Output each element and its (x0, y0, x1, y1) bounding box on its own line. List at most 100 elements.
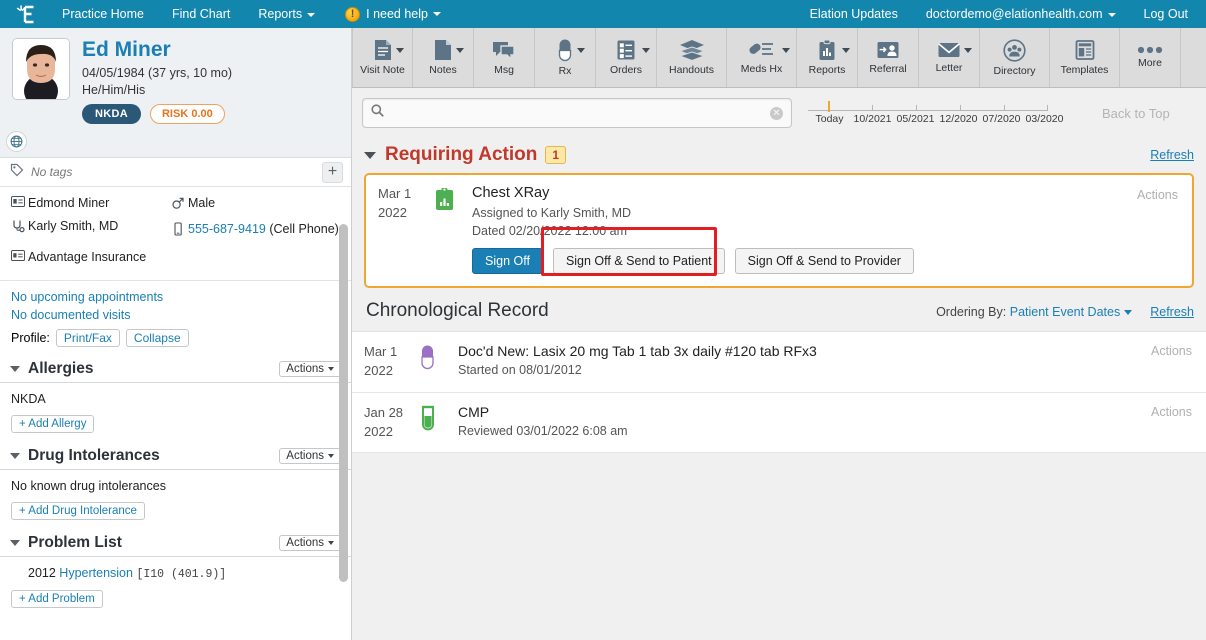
nav-reports[interactable]: Reports (244, 0, 329, 28)
timeline-label-3[interactable]: 12/2020 (937, 113, 980, 125)
timeline-label-1[interactable]: 10/2021 (851, 113, 894, 125)
envelope-icon (937, 41, 961, 59)
row-actions-menu[interactable]: Actions (1151, 405, 1192, 419)
table-row[interactable]: Mar 1 2022 Doc'd New: Lasix 20 mg Tab 1 … (352, 332, 1206, 393)
toolbar-visit-note-label: Visit Note (360, 64, 405, 76)
toolbar-letter[interactable]: Letter (919, 28, 980, 87)
add-allergy-button[interactable]: + Add Allergy (11, 415, 94, 433)
chronological-record-refresh-link[interactable]: Refresh (1150, 305, 1194, 319)
card-actions-menu[interactable]: Actions (1137, 188, 1178, 202)
toolbar-handouts[interactable]: Handouts (657, 28, 727, 87)
problem-year: 2012 (28, 566, 56, 580)
timeline-label-4[interactable]: 07/2020 (980, 113, 1023, 125)
nav-left-group: Practice Home Find Chart Reports ! I nee… (48, 0, 441, 28)
row-subtitle: Started on 08/01/2012 (458, 363, 1194, 377)
sidebar-scrollbar[interactable] (339, 224, 348, 582)
allergies-value: NKDA (11, 392, 341, 406)
avatar[interactable] (12, 38, 70, 147)
demo-phone-number[interactable]: 555-687-9419 (188, 222, 266, 236)
elation-logo-icon[interactable] (6, 0, 48, 28)
chevron-down-icon (307, 13, 315, 17)
toolbar-reports[interactable]: Reports (797, 28, 858, 87)
person-arrow-icon (876, 40, 900, 60)
nav-log-out[interactable]: Log Out (1130, 0, 1206, 28)
timeline-label-2[interactable]: 05/2021 (894, 113, 937, 125)
nav-find-chart[interactable]: Find Chart (158, 0, 244, 28)
status-badge-nkda[interactable]: NKDA (82, 104, 141, 124)
speech-bubbles-icon (492, 39, 516, 61)
chevron-down-icon (842, 48, 850, 53)
section-header-problem-list[interactable]: Problem List Actions (0, 529, 351, 557)
toolbar-meds-hx[interactable]: Meds Hx (727, 28, 797, 87)
section-header-allergies[interactable]: Allergies Actions (0, 355, 351, 383)
pill-capsule-icon (558, 38, 572, 62)
toolbar-notes-label: Notes (429, 64, 456, 76)
no-upcoming-appointments-link[interactable]: No upcoming appointments (11, 290, 163, 304)
top-navigation-bar: Practice Home Find Chart Reports ! I nee… (0, 0, 1206, 28)
chevron-down-icon (328, 454, 334, 458)
nav-i-need-help[interactable]: ! I need help (329, 7, 441, 22)
timeline-scrubber[interactable]: Today 10/2021 05/2021 12/2020 07/2020 03… (808, 92, 1076, 134)
chevron-down-icon[interactable] (364, 152, 376, 159)
collapse-button[interactable]: Collapse (126, 329, 189, 347)
chevron-down-icon (433, 12, 441, 16)
card-button-row: Sign Off Sign Off & Send to Patient Sign… (472, 248, 1180, 274)
row-title[interactable]: Doc'd New: Lasix 20 mg Tab 1 tab 3x dail… (458, 343, 1194, 359)
nav-find-chart-label: Find Chart (172, 7, 230, 21)
allergies-actions-button[interactable]: Actions (279, 361, 341, 377)
toolbar-rx[interactable]: Rx (535, 28, 596, 87)
checklist-icon (616, 39, 636, 61)
clear-circle-icon[interactable]: ✕ (770, 107, 783, 120)
add-tag-button[interactable]: + (322, 162, 343, 183)
toolbar-notes[interactable]: Notes (413, 28, 474, 87)
nav-elation-updates[interactable]: Elation Updates (796, 0, 912, 28)
toolbar-more[interactable]: More (1120, 28, 1181, 87)
row-subtitle: Reviewed 03/01/2022 6:08 am (458, 424, 1194, 438)
table-row[interactable]: Jan 28 2022 CMP Reviewed 03/01/2022 6:08… (352, 393, 1206, 454)
section-header-drug-intolerances[interactable]: Drug Intolerances Actions (0, 442, 351, 470)
print-fax-button[interactable]: Print/Fax (56, 329, 120, 347)
sign-off-send-to-patient-button[interactable]: Sign Off & Send to Patient (553, 248, 725, 274)
sign-off-button[interactable]: Sign Off (472, 248, 543, 274)
row-date-month: Jan 28 (364, 404, 420, 423)
timeline-label-5[interactable]: 03/2020 (1023, 113, 1066, 125)
pill-list-icon (748, 40, 776, 60)
nav-practice-home-label: Practice Home (62, 7, 144, 21)
nav-user-account[interactable]: doctordemo@elationhealth.com (912, 0, 1130, 28)
chronological-record-title: Chronological Record (366, 300, 549, 322)
male-symbol-icon (171, 195, 188, 215)
card-title[interactable]: Chest XRay (472, 185, 1180, 201)
test-tube-green-icon (420, 404, 458, 442)
toolbar-referral[interactable]: Referral (858, 28, 919, 87)
status-badge-risk[interactable]: RISK 0.00 (150, 104, 225, 124)
nav-practice-home[interactable]: Practice Home (48, 0, 158, 28)
toolbar-templates[interactable]: Templates (1050, 28, 1120, 87)
chart-search-box[interactable]: ✕ (362, 98, 792, 128)
row-actions-menu[interactable]: Actions (1151, 344, 1192, 358)
card-date-year: 2022 (378, 204, 434, 223)
row-date-month: Mar 1 (364, 343, 420, 362)
search-input[interactable] (384, 106, 770, 120)
demo-provider-value: Karly Smith, MD (28, 218, 118, 235)
problem-name-link[interactable]: Hypertension (59, 566, 133, 580)
toolbar-more-label: More (1138, 57, 1162, 69)
back-to-top-link[interactable]: Back to Top (1102, 106, 1170, 121)
chevron-down-icon (642, 48, 650, 53)
sign-off-send-to-provider-button[interactable]: Sign Off & Send to Provider (735, 248, 914, 274)
ordering-by-value[interactable]: Patient Event Dates (1010, 305, 1120, 319)
add-problem-button[interactable]: + Add Problem (11, 590, 103, 608)
timeline-label-today[interactable]: Today (808, 113, 851, 125)
toolbar-directory[interactable]: Directory (980, 28, 1050, 87)
add-drug-intolerance-button[interactable]: + Add Drug Intolerance (11, 502, 145, 520)
drug-intolerances-actions-button[interactable]: Actions (279, 448, 341, 464)
problem-list-actions-button[interactable]: Actions (279, 535, 341, 551)
no-documented-visits-link[interactable]: No documented visits (11, 308, 131, 322)
page-title[interactable]: Ed Miner (82, 38, 341, 61)
toolbar-orders[interactable]: Orders (596, 28, 657, 87)
warning-exclamation-icon: ! (345, 7, 360, 22)
requiring-action-refresh-link[interactable]: Refresh (1150, 148, 1194, 162)
requiring-action-title: Requiring Action (385, 144, 537, 166)
toolbar-msg[interactable]: Msg (474, 28, 535, 87)
row-title[interactable]: CMP (458, 404, 1194, 420)
toolbar-visit-note[interactable]: Visit Note (352, 28, 413, 87)
